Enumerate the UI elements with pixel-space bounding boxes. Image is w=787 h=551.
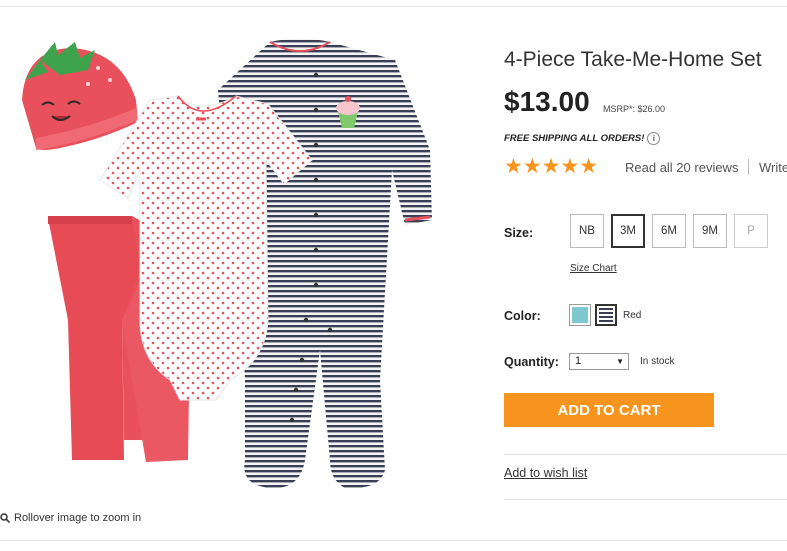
read-reviews-link[interactable]: Read all 20 reviews: [625, 160, 738, 175]
size-option-9m[interactable]: 9M: [693, 214, 727, 248]
bottom-divider: [0, 540, 787, 541]
add-to-wishlist-link[interactable]: Add to wish list: [504, 466, 587, 480]
write-review-link[interactable]: Write: [759, 160, 787, 175]
sale-price: $13.00: [504, 86, 590, 117]
dropdown-arrow-icon: ▼: [616, 357, 624, 366]
msrp-price: MSRP*: $26.00: [603, 104, 666, 114]
zoom-hint-text: Rollover image to zoom in: [14, 512, 142, 524]
size-option-nb[interactable]: NB: [570, 214, 604, 248]
teal-fill: [572, 307, 588, 323]
product-title: 4-Piece Take-Me-Home Set: [504, 48, 762, 71]
color-swatch-teal[interactable]: [569, 304, 591, 326]
stock-status: In stock: [640, 356, 675, 367]
strawberry-hat: [22, 42, 138, 150]
info-icon[interactable]: i: [647, 132, 661, 145]
size-label: Size:: [504, 226, 534, 240]
top-divider: [0, 6, 787, 7]
product-image[interactable]: [0, 20, 470, 520]
divider: [504, 499, 787, 500]
quantity-value: 1: [575, 355, 582, 367]
rating-stars: ★★★★★: [504, 155, 599, 178]
navy-fill: [599, 308, 613, 322]
product-illustration: [22, 38, 432, 489]
magnifier-icon: [0, 513, 10, 523]
zoom-hint: Rollover image to zoom in: [0, 512, 141, 524]
add-to-cart-button[interactable]: ADD TO CART: [504, 393, 714, 427]
divider: [504, 454, 787, 455]
color-swatch-navy[interactable]: [595, 304, 617, 326]
size-option-p[interactable]: P: [734, 214, 768, 248]
quantity-label: Quantity:: [504, 355, 559, 369]
size-chart-link[interactable]: Size Chart: [570, 263, 617, 274]
shipping-text: FREE SHIPPING ALL ORDERS!: [504, 133, 645, 144]
shipping-notice: FREE SHIPPING ALL ORDERS! i: [504, 132, 661, 145]
quantity-select[interactable]: 1 ▼: [569, 353, 629, 370]
size-option-6m[interactable]: 6M: [652, 214, 686, 248]
review-separator: [748, 159, 749, 175]
color-label: Color:: [504, 309, 541, 323]
selected-color-name: Red: [623, 310, 642, 321]
size-option-3m[interactable]: 3M: [611, 214, 645, 248]
